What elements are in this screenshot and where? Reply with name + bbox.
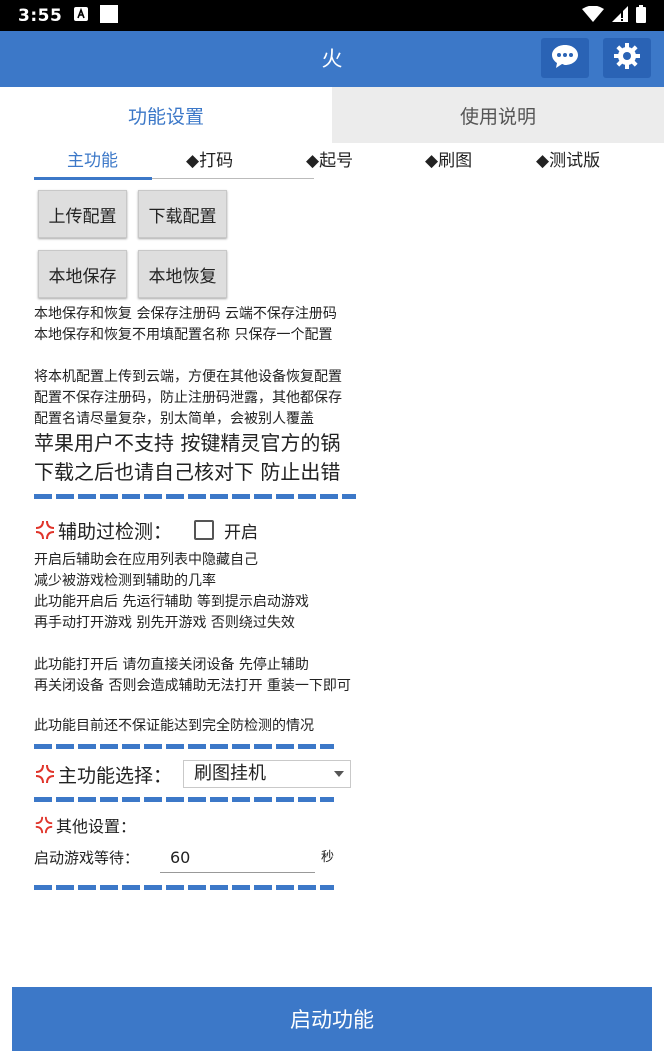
sub-tabs: 主功能 ◆打码 ◆起号 ◆刷图 ◆测试版 [34, 146, 634, 180]
main-function-label: 主功能选择： [58, 764, 173, 787]
battery-icon [636, 4, 646, 27]
divider-dashes [34, 797, 334, 802]
dropdown-arrow-icon [334, 771, 344, 777]
anger-symbol-icon [34, 815, 54, 835]
upload-config-button[interactable]: 上传配置 [38, 190, 127, 238]
bypass-label: 辅助过检测： [58, 520, 173, 543]
divider-dashes [34, 744, 334, 749]
bypass-desc-3: 此功能开启后 先运行辅助 等到提示启动游戏 [34, 594, 309, 610]
chat-button[interactable] [541, 38, 589, 78]
subtab-beta[interactable]: ◆测试版 [536, 146, 600, 178]
divider-dashes [34, 885, 334, 890]
subtab-captcha[interactable]: ◆打码 [186, 146, 233, 178]
settings-button[interactable] [603, 38, 651, 78]
tab-instructions[interactable]: 使用说明 [332, 87, 664, 143]
chat-icon [551, 43, 579, 73]
anger-symbol-icon [34, 519, 56, 541]
download-config-button[interactable]: 下载配置 [138, 190, 227, 238]
bypass-desc-6: 再关闭设备 否则会造成辅助无法打开 重装一下即可 [34, 678, 351, 694]
anger-symbol-icon [34, 763, 56, 785]
wait-seconds-input[interactable]: 60 [160, 845, 315, 873]
main-tabs: 功能设置 使用说明 [0, 87, 664, 143]
local-restore-button[interactable]: 本地恢复 [138, 250, 227, 298]
local-save-button[interactable]: 本地保存 [38, 250, 127, 298]
bypass-desc-5: 此功能打开后 请勿直接关闭设备 先停止辅助 [34, 657, 309, 673]
divider-dashes [34, 494, 356, 499]
app-bar: 火 [0, 31, 664, 87]
square-icon [100, 4, 119, 27]
bypass-desc-7: 此功能目前还不保证能达到完全防检测的情况 [34, 718, 314, 734]
subtab-account[interactable]: ◆起号 [306, 146, 353, 178]
note-cloud-2: 配置不保存注册码，防止注册码泄露，其他都保存 [34, 390, 342, 406]
bypass-desc-1: 开启后辅助会在应用列表中隐藏自己 [34, 552, 258, 568]
note-cloud-1: 将本机配置上传到云端，方便在其他设备恢复配置 [34, 369, 342, 385]
main-function-section: 主功能选择： [34, 760, 172, 788]
bypass-checkbox-label[interactable]: 开启 [224, 518, 258, 543]
status-bar: 3:55 [0, 0, 664, 31]
subtab-active-indicator [34, 177, 152, 180]
note-local-2: 本地保存和恢复不用填配置名称 只保存一个配置 [34, 327, 333, 343]
bypass-section: 辅助过检测： 开启 [34, 516, 258, 544]
other-settings-section: 其他设置： [34, 812, 136, 838]
status-time: 3:55 [18, 5, 63, 26]
other-settings-label: 其他设置： [56, 817, 137, 836]
note-local-1: 本地保存和恢复 会保存注册码 云端不保存注册码 [34, 306, 337, 322]
gear-icon [613, 42, 641, 74]
main-function-select[interactable]: 刷图挂机 [183, 760, 351, 788]
notification-a-icon [74, 6, 89, 25]
subtab-farming[interactable]: ◆刷图 [425, 146, 472, 178]
bypass-desc-4: 再手动打开游戏 别先开游戏 否则绕过失效 [34, 615, 295, 631]
wait-unit-label: 秒 [321, 850, 335, 865]
warning-line-2: 下载之后也请自己核对下 防止出错 [34, 460, 341, 484]
main-function-selected-value: 刷图挂机 [194, 763, 266, 784]
tab-function-settings[interactable]: 功能设置 [0, 87, 332, 143]
wait-label: 启动游戏等待： [34, 849, 140, 867]
wifi-icon [582, 5, 604, 26]
start-function-button[interactable]: 启动功能 [12, 987, 652, 1051]
bypass-checkbox[interactable] [194, 520, 215, 540]
note-cloud-3: 配置名请尽量复杂，别太简单，会被别人覆盖 [34, 411, 314, 427]
bypass-desc-2: 减少被游戏检测到辅助的几率 [34, 573, 216, 589]
subtab-main[interactable]: 主功能 [67, 146, 118, 178]
signal-icon [612, 5, 628, 26]
warning-line-1: 苹果用户不支持 按键精灵官方的锅 [34, 431, 341, 455]
